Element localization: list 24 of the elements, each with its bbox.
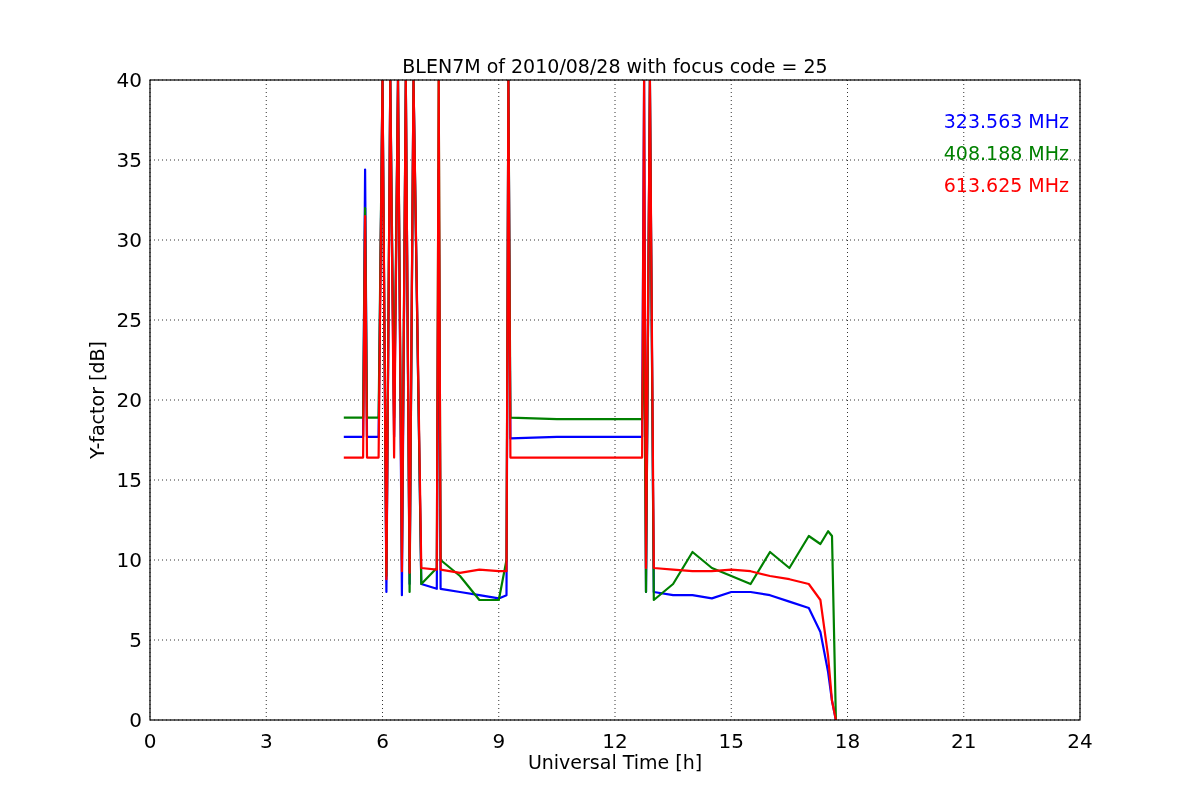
tick-label: 18 [834,729,861,753]
tick-label: 30 [116,228,142,252]
tick-label: 9 [492,729,506,753]
tick-label: 24 [1067,729,1093,753]
tick-label: 6 [376,729,389,753]
tick-label: 12 [602,729,628,753]
axis-label: Universal Time [h] [527,751,703,773]
chart-title: BLEN7M of 2010/08/28 with focus code = 25 [402,55,828,77]
legend-label: 323.563 MHz [943,110,1069,132]
tick-label: 40 [116,68,142,92]
tick-label: 20 [116,388,142,412]
tick-label: 15 [718,729,744,753]
legend-label: 613.625 MHz [943,174,1069,196]
tick-label: 35 [116,148,142,172]
tick-label: 15 [116,468,142,492]
tick-label: 0 [143,729,157,753]
tick-label: 0 [129,708,142,732]
tick-label: 10 [116,548,142,572]
tick-label: 25 [116,308,142,332]
tick-label: 5 [129,628,142,652]
legend-label: 408.188 MHz [943,142,1069,164]
tick-label: 3 [259,729,273,753]
tick-label: 21 [951,729,977,753]
axis-label: Y-factor [dB] [86,341,108,459]
